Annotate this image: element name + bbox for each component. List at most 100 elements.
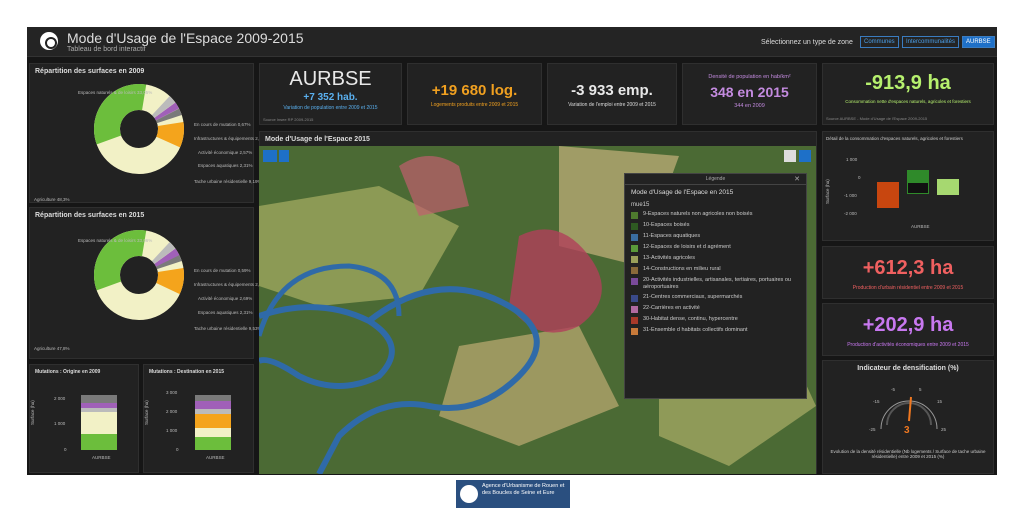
tick-label: 1 000: [846, 157, 858, 162]
gauge-tick: -5: [891, 387, 896, 392]
tick-label: 0: [64, 447, 67, 452]
legend-item: 13-Activités agricoles: [631, 255, 806, 263]
pie-2015-title: Répartition des surfaces en 2015: [35, 212, 145, 219]
legend-item: 12-Espaces de loisirs et d agrément: [631, 244, 806, 252]
mutations-origin-title: Mutations : Origine en 2009: [35, 369, 101, 375]
pie-2009-panel: Répartition des surfaces en 2009 Espaces…: [29, 63, 268, 203]
legend-item: 22-Carrières en activité: [631, 305, 806, 313]
kpi-densite-panel: Densité de population en hab/km² 348 en …: [682, 63, 817, 125]
legend-toggle-icon[interactable]: [799, 150, 811, 162]
tick-label: 3 000: [166, 390, 178, 395]
legend-item: 30-Habitat dense, continu, hypercentre: [631, 316, 806, 324]
kpi-population-panel: AURBSE +7 352 hab. Variation de populati…: [259, 63, 402, 125]
home-icon[interactable]: [784, 150, 796, 162]
page-subtitle: Tableau de bord interactif: [67, 46, 146, 53]
detail-bar-3[interactable]: [907, 182, 929, 194]
detail-consommation-panel: Détail de la consommation d'espaces natu…: [822, 131, 994, 241]
tick-label: -2 000: [844, 211, 857, 216]
pie-2009-label-aquatiques: Espaces aquatiques 2,31%: [198, 163, 253, 168]
detail-ylabel: Surface (ha): [825, 179, 830, 204]
agency-logo: [40, 32, 58, 50]
population-source: Source Insee RP 2009-2015: [263, 117, 314, 122]
gauge-panel: Indicateur de densification (%) -25 -15 …: [822, 360, 994, 474]
pie-2009-label-naturels: Espaces naturels & de loisirs 33,05%: [78, 90, 153, 95]
gauge-tick: -15: [873, 399, 880, 404]
legend-swatch: [631, 267, 638, 274]
gauge-label: Evolution de la densité résidentielle (N…: [830, 449, 986, 459]
legend-swatch: [631, 295, 638, 302]
legend-swatch: [631, 234, 638, 241]
mutations-origin-panel: Mutations : Origine en 2009 Surface (ha)…: [29, 364, 139, 473]
mutations-destination-xlabel: AURBSE: [206, 455, 225, 460]
tick-label: 0: [176, 447, 179, 452]
legend-item: 14-Constructions en milieu rural: [631, 266, 806, 274]
pie-2015-label-agriculture: Agriculture 47,8%: [34, 346, 70, 351]
pie-2009-title: Répartition des surfaces en 2009: [35, 68, 145, 75]
legend-item-label: 21-Centres commerciaux, supermarchés: [643, 294, 743, 300]
mutations-destination-panel: Mutations : Destination en 2015 Surface …: [143, 364, 254, 473]
legend-item-label: 11-Espaces aquatiques: [643, 233, 701, 239]
tick-label: 1 000: [54, 421, 66, 426]
legend-item-label: 9-Espaces naturels non agricoles non boi…: [643, 211, 753, 217]
legend-item: 11-Espaces aquatiques: [631, 233, 806, 241]
mutations-destination-bar[interactable]: [195, 395, 231, 450]
dashboard: Mode d'Usage de l'Espace 2009-2015 Table…: [27, 27, 997, 475]
legend-swatch: [631, 328, 638, 335]
pie-2009-label-activite: Activité économique 2,57%: [198, 150, 253, 155]
residentiel-value: +612,3 ha: [862, 257, 954, 279]
pie-2015-label-mutation: En cours de mutation 0,59%: [194, 268, 251, 273]
pie-2009-label-tache: Tache urbaine résidentielle 9,19%: [194, 179, 262, 184]
mutations-origin-ylabel: Surface (ha): [30, 400, 35, 425]
zone-name: AURBSE: [289, 68, 372, 90]
map-title: Mode d'Usage de l'Espace 2015: [265, 136, 370, 143]
zone-button-communes[interactable]: Communes: [860, 36, 899, 48]
detail-title: Détail de la consommation d'espaces natu…: [826, 136, 963, 141]
detail-bar-2[interactable]: [907, 170, 929, 182]
detail-bar-1[interactable]: [877, 182, 899, 208]
densite-2009: 344 en 2009: [734, 103, 765, 109]
legend-item-label: 30-Habitat dense, continu, hypercentre: [643, 316, 738, 322]
layers-map-icon[interactable]: [263, 150, 277, 162]
agency-logo-icon: [460, 485, 478, 503]
pie-2015-panel: Répartition des surfaces en 2015 Espaces…: [29, 207, 268, 359]
detail-bar-4[interactable]: [937, 179, 959, 195]
pie-2015-label-tache: Tache urbaine résidentielle 9,53%: [194, 326, 262, 331]
kpi-logements-panel: +19 680 log. Logements produits entre 20…: [407, 63, 542, 125]
legend-item-label: 10-Espaces boisés: [643, 222, 690, 228]
logements-value: +19 680 log.: [431, 82, 518, 99]
legend-item: 21-Centres commerciaux, supermarchés: [631, 294, 806, 302]
tick-label: 2 000: [166, 409, 178, 414]
consommation-source: Source AURBSE - Mode d'Usage de l'Espace…: [826, 116, 928, 121]
densite-label: Densité de population en hab/km²: [708, 74, 791, 80]
legend-item-label: 22-Carrières en activité: [643, 305, 700, 311]
legend-header: Légende ✕: [625, 174, 806, 185]
mutations-destination-title: Mutations : Destination en 2015: [149, 369, 225, 375]
pie-2015-chart[interactable]: [94, 230, 184, 320]
zone-button-intercommunalites[interactable]: Intercommunalités: [902, 36, 960, 48]
legend-item: 20-Activités industrielles, artisanales,…: [631, 277, 806, 291]
pie-2015-label-infrastructures: Infrastructures & équipements 2,97%: [194, 282, 269, 287]
zone-button-aurbse[interactable]: AURBSE: [962, 36, 995, 48]
legend-swatch: [631, 278, 638, 285]
mutations-origin-bar[interactable]: [81, 395, 117, 450]
tick-label: 2 000: [54, 396, 66, 401]
gauge-tick: 5: [919, 387, 922, 392]
legend-item-label: 13-Activités agricoles: [643, 255, 695, 261]
gauge-tick: 15: [937, 399, 943, 404]
footer-logo-text: Agence d'Urbanisme de Rouen et des Boucl…: [482, 483, 565, 496]
legend-item-label: 12-Espaces de loisirs et d agrément: [643, 244, 731, 250]
footer-logo: Agence d'Urbanisme de Rouen et des Boucl…: [456, 480, 570, 508]
legend-field: mue15: [631, 202, 650, 208]
chevron-down-icon[interactable]: [279, 150, 289, 162]
legend-item-label: 14-Constructions en milieu rural: [643, 266, 721, 272]
map-legend: Légende ✕ Mode d'Usage de l'Espace en 201…: [624, 173, 807, 399]
close-icon[interactable]: ✕: [794, 174, 800, 185]
gauge-title: Indicateur de densification (%): [857, 365, 959, 372]
pie-2009-chart[interactable]: [94, 84, 184, 174]
legend-item-label: 20-Activités industrielles, artisanales,…: [643, 277, 791, 290]
densite-value: 348 en 2015: [710, 84, 789, 100]
population-variation-label: Variation de population entre 2009 et 20…: [283, 105, 378, 111]
header-bar: Mode d'Usage de l'Espace 2009-2015 Table…: [27, 27, 997, 57]
gauge-tick: -25: [869, 427, 876, 432]
legend-swatch: [631, 223, 638, 230]
